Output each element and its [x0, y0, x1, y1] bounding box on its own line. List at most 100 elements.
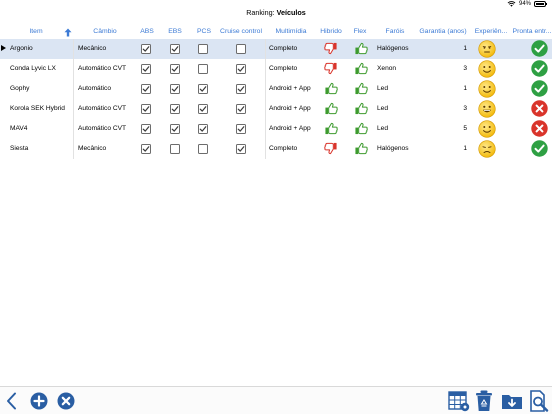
- sad-face-icon[interactable]: [478, 140, 496, 158]
- checkbox-cruise[interactable]: [236, 44, 246, 54]
- checkbox-ebs[interactable]: [170, 64, 180, 74]
- cell-cambio: Automático CVT: [73, 59, 136, 79]
- checkbox-cruise[interactable]: [236, 84, 246, 94]
- table-row[interactable]: Gophy Automático Android + App Led 1: [0, 79, 552, 99]
- neutral-face-icon[interactable]: [478, 40, 496, 58]
- checkbox-abs[interactable]: [141, 44, 151, 54]
- thumbs-up-icon[interactable]: [354, 42, 368, 55]
- thumbs-up-icon[interactable]: [354, 102, 368, 115]
- document-search-icon[interactable]: [529, 390, 549, 412]
- happy-face-icon[interactable]: [478, 60, 496, 78]
- cell-multimidia: Completo: [265, 59, 315, 79]
- title-name: Veículos: [276, 8, 306, 17]
- thumbs-up-icon[interactable]: [324, 82, 338, 95]
- checkbox-cruise[interactable]: [236, 64, 246, 74]
- cell-farois: Halógenos: [377, 145, 409, 152]
- table-row[interactable]: Korola SEK Hybrid Automático CVT Android +…: [0, 99, 552, 119]
- checkbox-pcs[interactable]: [198, 84, 208, 94]
- checkbox-cruise[interactable]: [236, 144, 246, 154]
- thumbs-down-icon[interactable]: [324, 62, 338, 75]
- cell-multimidia: Completo: [265, 139, 315, 159]
- checkbox-ebs[interactable]: [170, 144, 180, 154]
- thumbs-up-icon[interactable]: [354, 142, 368, 155]
- cell-farois: Led: [377, 105, 389, 112]
- cell-farois: Led: [377, 85, 389, 92]
- recycle-trash-icon[interactable]: [475, 390, 493, 412]
- column-header-flex[interactable]: Flex: [346, 25, 374, 39]
- checkbox-cruise[interactable]: [236, 124, 246, 134]
- x-circle-icon[interactable]: [57, 392, 75, 410]
- x-circle-icon[interactable]: [531, 120, 548, 137]
- checkmark-circle-icon[interactable]: [531, 40, 548, 57]
- table-settings-icon[interactable]: [448, 391, 470, 412]
- cell-multimidia: Completo: [265, 39, 315, 59]
- cell-item: Siesta: [10, 145, 29, 152]
- cell-cambio: Mecânico: [73, 39, 136, 59]
- x-circle-icon[interactable]: [531, 100, 548, 117]
- checkbox-cruise[interactable]: [236, 104, 246, 114]
- title-prefix: Ranking:: [246, 8, 277, 17]
- grin-face-icon[interactable]: [478, 100, 496, 118]
- checkbox-pcs[interactable]: [198, 104, 208, 114]
- cell-farois: Led: [377, 125, 389, 132]
- cell-garantia: 1: [463, 145, 467, 152]
- checkmark-circle-icon[interactable]: [531, 80, 548, 97]
- column-header-ebs[interactable]: EBS: [164, 25, 186, 39]
- checkmark-circle-icon[interactable]: [531, 60, 548, 77]
- cell-multimidia: Android + App: [265, 99, 315, 119]
- checkbox-abs[interactable]: [141, 104, 151, 114]
- checkbox-abs[interactable]: [141, 84, 151, 94]
- column-header-abs[interactable]: ABS: [136, 25, 158, 39]
- thumbs-down-icon[interactable]: [324, 142, 338, 155]
- thumbs-up-icon[interactable]: [354, 82, 368, 95]
- checkbox-pcs[interactable]: [198, 44, 208, 54]
- table-row[interactable]: MAV4 Automático CVT Android + App Led 5: [0, 119, 552, 139]
- thumbs-up-icon[interactable]: [324, 102, 338, 115]
- thumbs-down-icon[interactable]: [324, 42, 338, 55]
- column-header-item[interactable]: Item: [10, 25, 62, 39]
- plus-circle-icon[interactable]: [30, 392, 48, 410]
- happy-face-icon[interactable]: [478, 120, 496, 138]
- thumbs-up-icon[interactable]: [354, 122, 368, 135]
- table-row[interactable]: Conda Lyvic LX Automático CVT Completo Xeno…: [0, 59, 552, 79]
- checkbox-ebs[interactable]: [170, 104, 180, 114]
- cell-item: Korola SEK Hybrid: [10, 105, 65, 112]
- column-header-multimidia[interactable]: Multimídia: [266, 25, 316, 39]
- cell-garantia: 1: [463, 85, 467, 92]
- checkbox-abs[interactable]: [141, 144, 151, 154]
- checkbox-ebs[interactable]: [170, 44, 180, 54]
- column-header-farois[interactable]: Faróis: [374, 25, 416, 39]
- column-header-cambio[interactable]: Câmbio: [74, 25, 136, 39]
- cell-farois: Halógenos: [377, 45, 409, 52]
- happy-face-icon[interactable]: [478, 80, 496, 98]
- thumbs-up-icon[interactable]: [324, 122, 338, 135]
- cell-multimidia: Android + App: [265, 119, 315, 139]
- checkbox-abs[interactable]: [141, 124, 151, 134]
- cell-garantia: 1: [463, 45, 467, 52]
- checkmark-circle-icon[interactable]: [531, 140, 548, 157]
- cell-cambio: Automático CVT: [73, 119, 136, 139]
- thumbs-up-icon[interactable]: [354, 62, 368, 75]
- checkbox-pcs[interactable]: [198, 64, 208, 74]
- cell-cambio: Automático CVT: [73, 99, 136, 119]
- column-header-pcs[interactable]: PCS: [193, 25, 215, 39]
- column-header-garantia[interactable]: Garantia (anos): [416, 25, 470, 39]
- arrow-up-icon[interactable]: [64, 28, 72, 37]
- checkbox-pcs[interactable]: [198, 124, 208, 134]
- checkbox-ebs[interactable]: [170, 84, 180, 94]
- table-row[interactable]: Argonio Mecânico Completo Halógenos 1: [0, 39, 552, 59]
- column-header-experiencia[interactable]: Experiên...: [472, 25, 510, 39]
- column-header-cruise[interactable]: Cruise control: [216, 25, 266, 39]
- bottom-toolbar: [0, 386, 552, 414]
- column-header-pronta[interactable]: Pronta entr...: [512, 25, 552, 39]
- checkbox-ebs[interactable]: [170, 124, 180, 134]
- column-header-hibrido[interactable]: Hibrido: [316, 25, 346, 39]
- cell-cambio: Mecânico: [73, 139, 136, 159]
- checkbox-pcs[interactable]: [198, 144, 208, 154]
- chevron-left-icon[interactable]: [6, 392, 17, 410]
- checkbox-abs[interactable]: [141, 64, 151, 74]
- cell-item: Gophy: [10, 85, 30, 92]
- folder-download-icon[interactable]: [501, 392, 523, 410]
- table-row[interactable]: Siesta Mecânico Completo Halógenos 1: [0, 139, 552, 159]
- cell-farois: Xenon: [377, 65, 397, 72]
